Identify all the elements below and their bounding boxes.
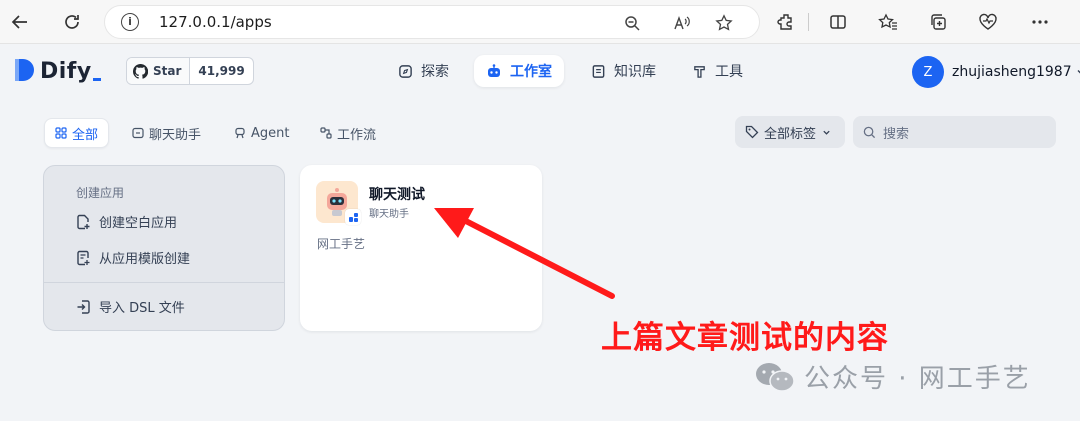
app-mode: 聊天助手 [369,209,409,220]
tab-workflow-label: 工作流 [337,127,377,143]
reload-icon[interactable] [58,8,86,36]
grid-icon [55,127,67,139]
watermark: 公众号 · 网工手艺 [754,358,1031,395]
wechat-icon [756,362,795,392]
nav-explore-label: 探索 [421,64,449,80]
tab-all[interactable]: 全部 [44,118,110,148]
create-from-template-label: 从应用模版创建 [99,252,191,267]
nav-knowledge-label: 知识库 [614,64,656,80]
workflow-icon [320,127,332,139]
nav-explore[interactable]: 探索 [386,55,461,87]
create-app-card: 创建应用 创建空白应用 从应用模版创建 导入 DSL 文件 [43,165,285,331]
create-blank-app-label: 创建空白应用 [99,216,178,231]
app-description: 网工手艺 [317,237,366,251]
dify-logo[interactable]: Dify [12,56,101,86]
browser-essentials-icon[interactable] [974,8,1002,36]
app-header: Dify Star 41,999 探索 工作室 知识库 工具 Z zhujias… [0,44,1080,100]
compass-icon [399,64,412,78]
create-card-divider [44,282,284,283]
book-icon [592,64,605,78]
tab-all-label: 全部 [72,127,99,143]
zoom-icon[interactable] [619,10,645,36]
annotation-text: 上篇文章测试的内容 [601,320,889,356]
back-arrow-icon[interactable] [6,8,34,36]
file-plus-icon [77,214,90,229]
nav-studio[interactable]: 工作室 [474,55,564,87]
browser-toolbar: i 127.0.0.1/apps [0,0,1080,44]
info-icon[interactable]: i [121,13,139,31]
github-star-button[interactable]: Star 41,999 [126,57,254,85]
tab-chat-assistant-label: 聊天助手 [149,127,202,143]
annotation-arrow [434,208,615,299]
avatar[interactable]: Z [912,56,944,88]
tab-chat-assistant[interactable]: 聊天助手 [122,118,211,148]
tag-filter-label: 全部标签 [764,126,817,142]
github-star-label-box[interactable]: Star [127,58,191,84]
template-icon [77,250,90,265]
github-star-label: Star [153,64,182,78]
import-dsl-label: 导入 DSL 文件 [99,301,185,316]
url-text[interactable]: 127.0.0.1/apps [159,13,272,31]
split-screen-icon[interactable] [824,8,852,36]
chat-bubble-icon [132,127,144,139]
collections-icon[interactable] [924,8,952,36]
watermark-text: 公众号 · 网工手艺 [804,364,1031,394]
nav-knowledge[interactable]: 知识库 [579,55,668,87]
import-icon [77,299,90,314]
user-menu[interactable]: Z zhujiasheng1987 [912,56,1080,88]
app-name[interactable]: 聊天测试 [369,184,425,204]
toolbar-divider [808,13,809,31]
hammer-icon [694,65,705,78]
logo-underscore [92,77,101,81]
nav-studio-label: 工作室 [510,64,552,80]
extensions-icon[interactable] [772,8,800,36]
favorites-icon[interactable] [874,8,902,36]
read-aloud-icon[interactable] [669,10,695,36]
tab-workflow[interactable]: 工作流 [310,118,386,148]
create-blank-app-button[interactable]: 创建空白应用 [76,212,177,231]
search-icon [863,126,876,138]
chevron-down-icon[interactable] [1076,67,1080,77]
chat-mode-badge-icon [345,209,361,225]
address-bar[interactable]: i 127.0.0.1/apps [104,5,760,39]
search-input[interactable]: 搜索 [853,116,1056,148]
dify-logo-icon [12,56,36,86]
nav-tools-label: 工具 [715,64,743,80]
search-placeholder: 搜索 [883,126,910,142]
user-name[interactable]: zhujiasheng1987 [952,64,1072,80]
import-dsl-button[interactable]: 导入 DSL 文件 [76,297,185,316]
tag-icon [745,125,759,139]
github-star-count[interactable]: 41,999 [190,58,252,84]
favorite-star-icon[interactable] [711,10,737,36]
github-icon [133,63,148,79]
create-app-title: 创建应用 [76,186,125,200]
more-options-icon[interactable] [1026,8,1054,36]
logo-text: Dify [40,58,92,84]
nav-tools[interactable]: 工具 [680,55,755,87]
create-from-template-button[interactable]: 从应用模版创建 [76,248,190,267]
robot-icon [488,64,500,77]
tag-filter-dropdown[interactable]: 全部标签 [735,116,845,148]
chevron-down-icon [823,130,830,135]
agent-icon [235,127,245,139]
tab-agent[interactable]: Agent [224,118,299,148]
tab-agent-label: Agent [251,125,290,141]
